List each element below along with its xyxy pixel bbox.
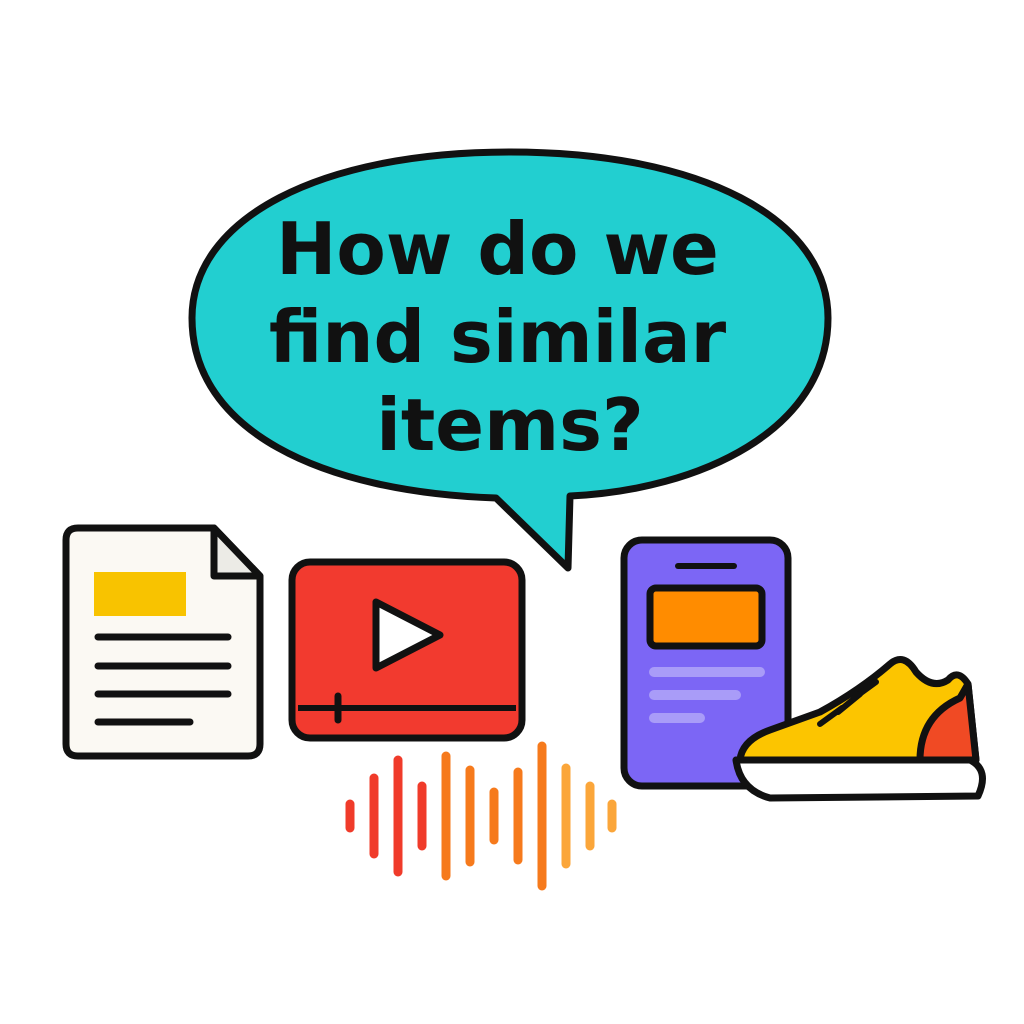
bubble-line-1: How do we xyxy=(276,207,719,291)
audio-waveform-icon xyxy=(345,741,617,891)
document-icon xyxy=(62,524,264,760)
document-fold xyxy=(210,524,264,580)
bubble-line-3: items? xyxy=(376,383,644,467)
illustration: How do we find similar items? xyxy=(0,0,1024,1024)
video-player-icon xyxy=(288,558,526,742)
speech-bubble: How do we find similar items? xyxy=(188,148,832,572)
bubble-line-2: find similar xyxy=(269,295,727,379)
phone-card xyxy=(646,584,766,650)
sneaker-sole xyxy=(732,756,986,802)
document-highlight-block xyxy=(94,572,186,616)
